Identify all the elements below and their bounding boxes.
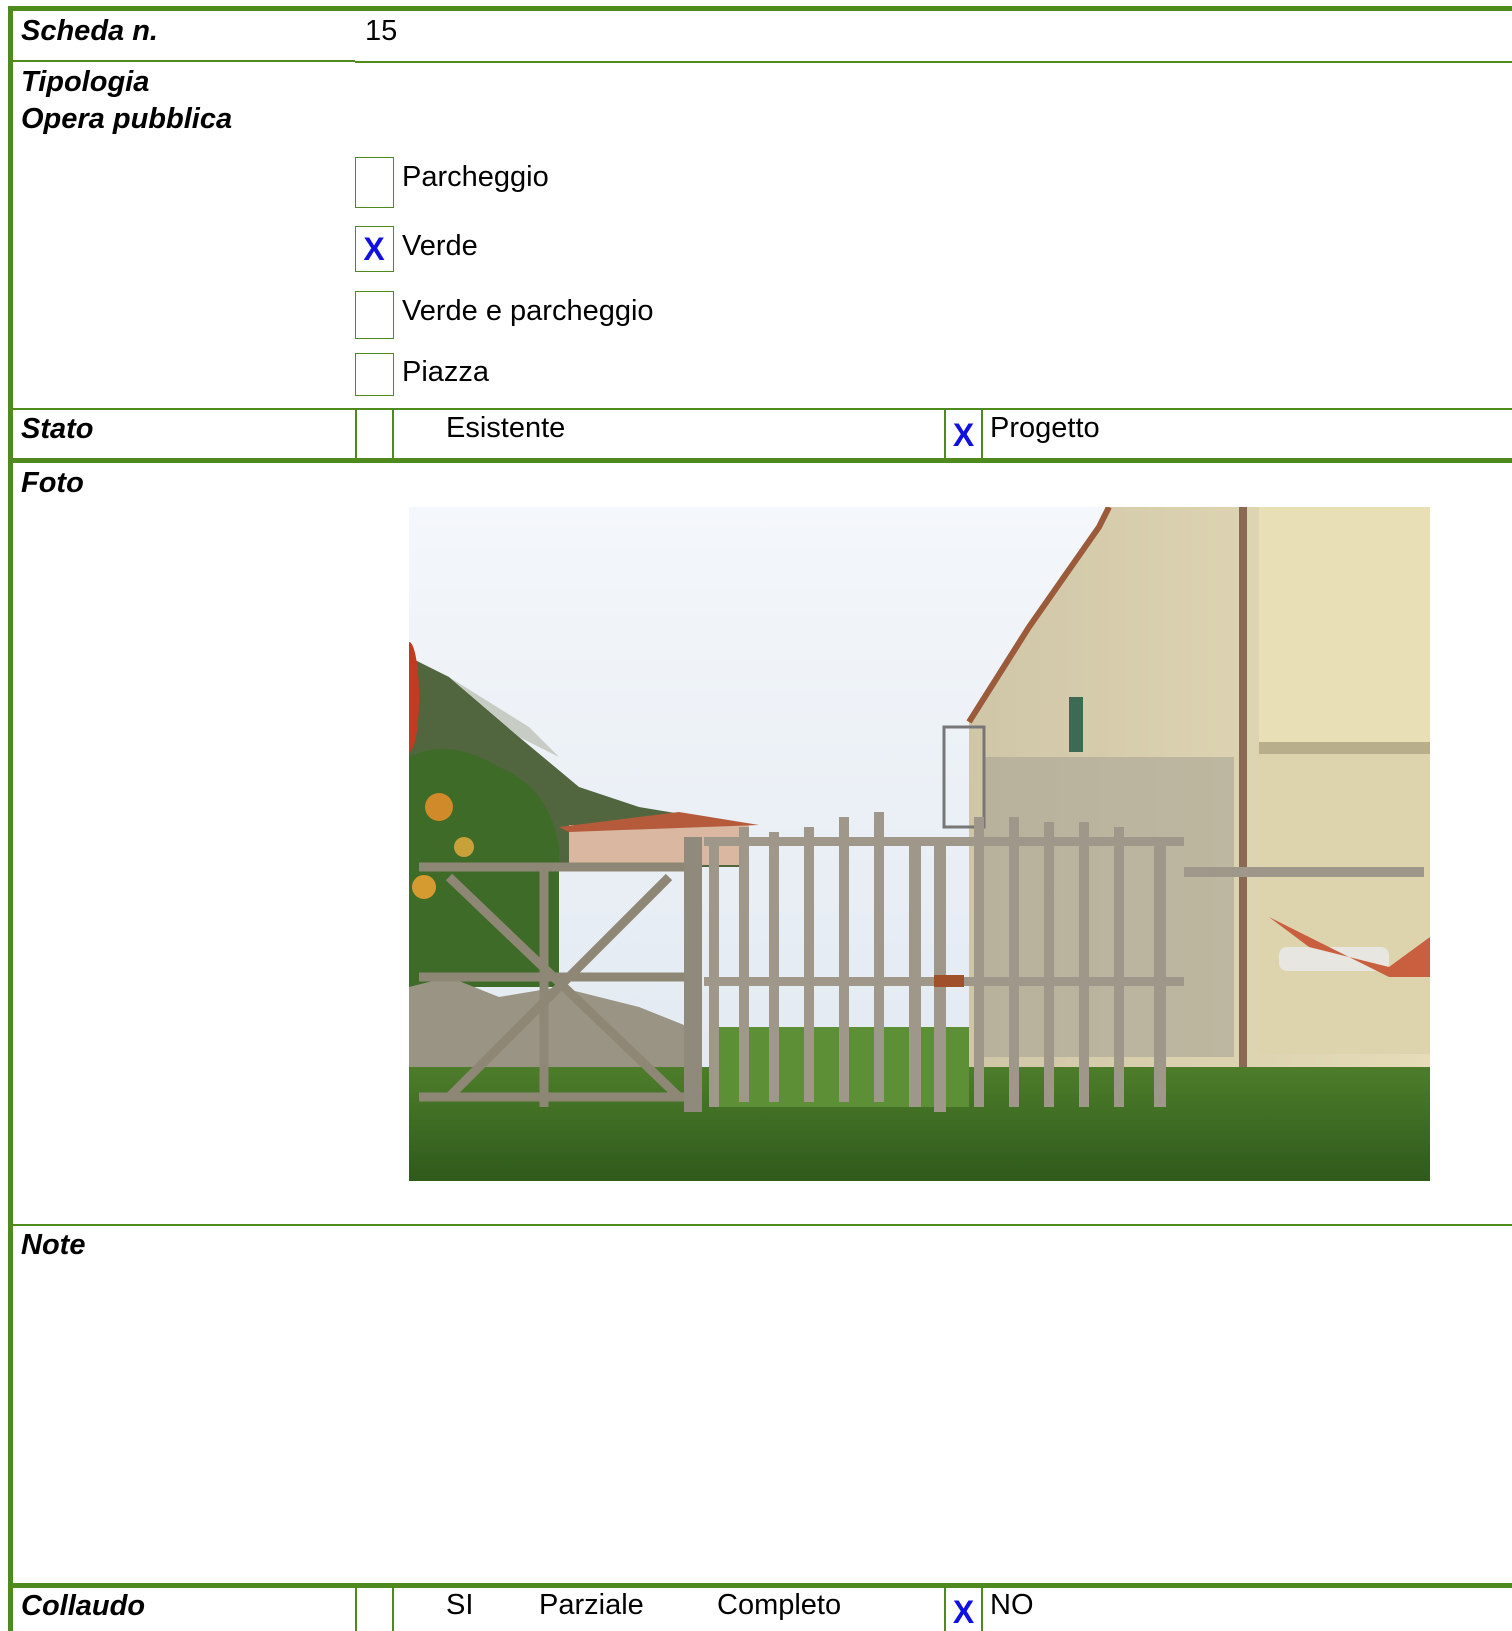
stato-divider-1: [355, 410, 357, 458]
parcheggio-option-label: Parcheggio: [402, 161, 549, 193]
verde-e-parcheggio-checkbox[interactable]: [355, 291, 394, 339]
scheda-label: Scheda n.: [21, 15, 158, 47]
parcheggio-checkbox[interactable]: [355, 157, 394, 208]
top-border: [8, 6, 1512, 11]
piazza-option-label: Piazza: [402, 356, 490, 388]
scheda-number: 15: [365, 15, 398, 47]
verde-option-label: Verde: [402, 230, 478, 262]
scheda-value-underline: [355, 61, 1512, 63]
collaudo-divider-4: [981, 1588, 983, 1631]
tipologia-label: Tipologia: [21, 66, 150, 98]
scheda-label-underline: [13, 60, 355, 62]
verde-checkbox-mark: X: [363, 231, 385, 267]
progetto-option-label: Progetto: [990, 412, 1100, 444]
verde-checkbox[interactable]: X: [355, 226, 394, 272]
collaudo-no-checkbox[interactable]: X: [946, 1594, 981, 1630]
collaudo-divider-2: [392, 1588, 394, 1631]
stato-divider-2: [392, 410, 394, 458]
collaudo-label: Collaudo: [21, 1590, 146, 1622]
stato-top-border: [13, 408, 1512, 410]
site-photo: [409, 507, 1430, 1181]
note-label: Note: [21, 1229, 86, 1261]
collaudo-completo-label: Completo: [717, 1589, 842, 1621]
verde-e-parcheggio-option-label: Verde e parcheggio: [402, 295, 654, 327]
piazza-checkbox[interactable]: [355, 353, 394, 396]
stato-divider-4: [981, 410, 983, 458]
collaudo-si-label: SI: [446, 1589, 474, 1621]
foto-label: Foto: [21, 467, 84, 499]
stato-bottom-border: [13, 458, 1512, 463]
collaudo-divider-1: [355, 1588, 357, 1631]
note-top-border: [13, 1224, 1512, 1226]
collaudo-parziale-label: Parziale: [539, 1589, 644, 1621]
collaudo-no-label: NO: [990, 1589, 1034, 1621]
left-border: [8, 6, 13, 1631]
progetto-checkbox[interactable]: X: [946, 417, 981, 453]
opera-pubblica-label: Opera pubblica: [21, 103, 233, 135]
stato-label: Stato: [21, 413, 94, 445]
esistente-option-label: Esistente: [446, 412, 566, 444]
